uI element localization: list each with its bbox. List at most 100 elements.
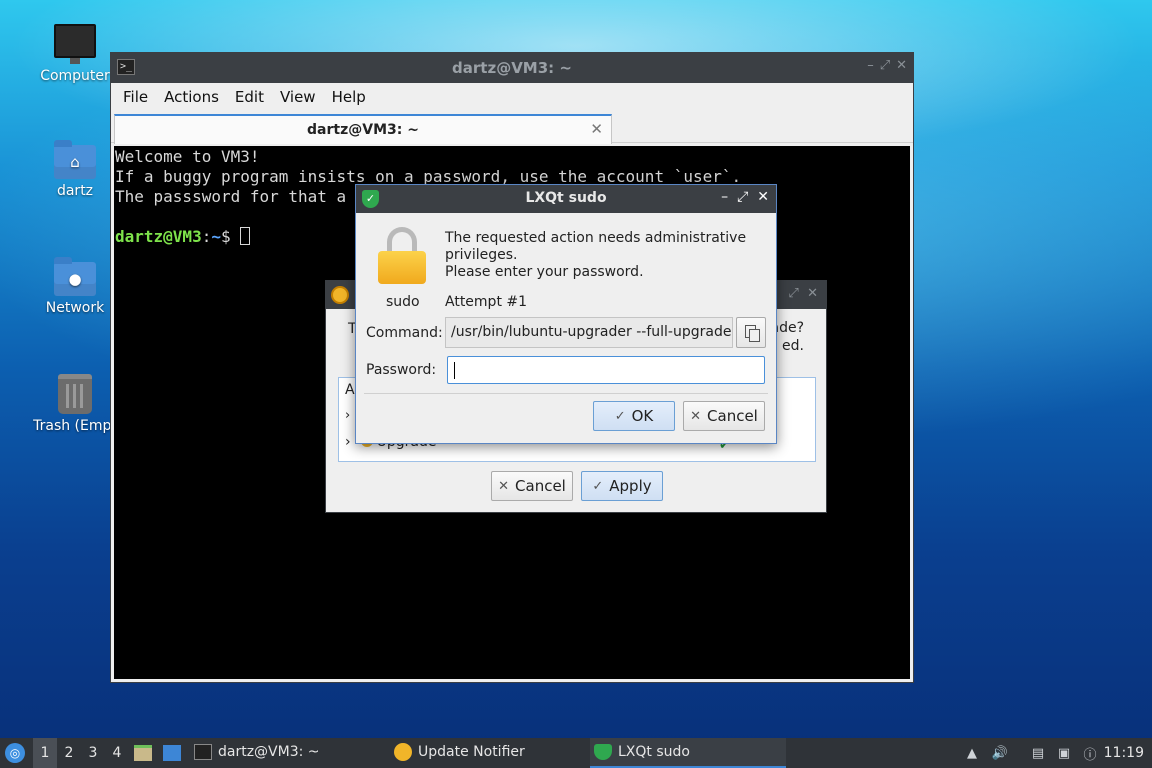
tree-header: A bbox=[345, 382, 355, 398]
minimize-icon[interactable]: – bbox=[867, 58, 874, 73]
taskbar: ◎ 1 2 3 4 dartz@VM3: ~ Update Notifier L… bbox=[0, 738, 1152, 768]
desktop-icon-label: Trash (Empt bbox=[33, 418, 117, 434]
home-folder-icon: ⌂ bbox=[54, 140, 96, 179]
desktop-icon-home[interactable]: ⌂ dartz bbox=[27, 140, 123, 199]
task-lxqt-sudo[interactable]: LXQt sudo bbox=[590, 738, 786, 768]
start-menu-button[interactable]: ◎ bbox=[5, 738, 27, 768]
terminal-titlebar[interactable]: >_ dartz@VM3: ~ – ⤢ ✕ bbox=[111, 53, 913, 83]
task-label: Update Notifier bbox=[418, 744, 525, 760]
close-icon[interactable]: ✕ bbox=[757, 189, 769, 205]
close-icon[interactable]: ✕ bbox=[807, 286, 818, 301]
prompt-separator: : bbox=[201, 227, 212, 246]
lubuntu-logo-icon: ◎ bbox=[5, 743, 25, 763]
dialog-title: LXQt sudo bbox=[525, 190, 607, 206]
update-available-icon[interactable]: ⓘ bbox=[1080, 738, 1100, 768]
prompt-symbol: $ bbox=[220, 227, 241, 246]
clipboard-icon[interactable]: ▤ bbox=[1028, 738, 1048, 768]
text-caret bbox=[454, 362, 455, 379]
prompt-path: ~ bbox=[211, 227, 221, 246]
file-manager-launcher[interactable] bbox=[134, 738, 152, 768]
cancel-icon: ✕ bbox=[690, 408, 702, 424]
desktop-number: 3 bbox=[88, 745, 98, 761]
tray-expand-icon[interactable]: ▲ bbox=[962, 738, 982, 768]
divider bbox=[364, 393, 768, 394]
sudo-backend-label: sudo bbox=[386, 294, 420, 310]
check-icon: ✓ bbox=[592, 478, 604, 494]
command-field[interactable]: /usr/bin/lubuntu-upgrader --full-upgrade bbox=[445, 317, 733, 348]
password-field[interactable] bbox=[447, 356, 765, 384]
show-desktop-icon bbox=[163, 745, 181, 761]
menu-view[interactable]: View bbox=[272, 88, 324, 106]
message-line: The requested action needs administrativ… bbox=[445, 230, 747, 246]
desktop-icon-label: Network bbox=[45, 300, 105, 316]
cancel-label: Cancel bbox=[515, 477, 566, 495]
desktop-icon-trash[interactable]: Trash (Empt bbox=[27, 374, 123, 434]
check-icon: ✓ bbox=[614, 408, 626, 424]
desktop-number: 1 bbox=[40, 745, 50, 761]
menu-help[interactable]: Help bbox=[324, 88, 374, 106]
window-title: dartz@VM3: ~ bbox=[452, 59, 572, 77]
minimize-icon[interactable]: – bbox=[721, 189, 728, 205]
menu-file[interactable]: File bbox=[115, 88, 156, 106]
desktop-number: 4 bbox=[112, 745, 122, 761]
cancel-button[interactable]: ✕ Cancel bbox=[491, 471, 573, 501]
password-label: Password: bbox=[366, 362, 437, 378]
apply-button[interactable]: ✓ Apply bbox=[581, 471, 663, 501]
sudo-message: The requested action needs administrativ… bbox=[445, 230, 765, 281]
update-notifier-icon bbox=[331, 286, 349, 304]
chevron-right-icon[interactable]: › bbox=[345, 408, 350, 423]
desktop-icon-label: Computer bbox=[40, 68, 110, 84]
maximize-icon[interactable]: ⤢ bbox=[880, 58, 890, 73]
ok-button[interactable]: ✓ OK bbox=[593, 401, 675, 431]
terminal-line: Welcome to VM3! bbox=[115, 147, 260, 166]
desktop-icon-network[interactable]: ● Network bbox=[27, 257, 123, 316]
tab-close-icon[interactable]: ✕ bbox=[590, 120, 603, 138]
tab-label: dartz@VM3: ~ bbox=[307, 122, 419, 138]
copy-command-button[interactable] bbox=[736, 317, 766, 348]
update-notifier-icon bbox=[394, 743, 412, 761]
maximize-icon[interactable]: ⤢ bbox=[788, 286, 798, 301]
clock-time: 11:19 bbox=[1103, 745, 1144, 761]
apply-label: Apply bbox=[609, 477, 652, 495]
message-line: privileges. bbox=[445, 247, 518, 263]
message-line: Please enter your password. bbox=[445, 264, 644, 280]
maximize-icon[interactable]: ⤢ bbox=[737, 189, 748, 205]
desktop-switch-1[interactable]: 1 bbox=[33, 738, 57, 768]
task-label: dartz@VM3: ~ bbox=[218, 744, 320, 760]
prompt-user: dartz@VM3 bbox=[115, 227, 202, 246]
menu-edit[interactable]: Edit bbox=[227, 88, 272, 106]
desktop-switch-4[interactable]: 4 bbox=[105, 738, 129, 768]
menubar: File Actions Edit View Help bbox=[111, 83, 913, 111]
ok-label: OK bbox=[631, 407, 654, 425]
lock-icon bbox=[378, 227, 426, 287]
task-terminal[interactable]: dartz@VM3: ~ bbox=[190, 738, 386, 768]
desktop-switch-2[interactable]: 2 bbox=[57, 738, 81, 768]
sudo-titlebar[interactable]: ✓ LXQt sudo – ⤢ ✕ bbox=[356, 185, 776, 213]
cancel-icon: ✕ bbox=[498, 478, 510, 494]
terminal-cursor bbox=[240, 227, 251, 245]
desktop-switch-3[interactable]: 3 bbox=[81, 738, 105, 768]
menu-actions[interactable]: Actions bbox=[156, 88, 227, 106]
volume-icon[interactable]: 🔊 bbox=[990, 738, 1010, 768]
shield-icon bbox=[594, 744, 612, 760]
computer-icon bbox=[54, 24, 96, 64]
desktop-number: 2 bbox=[64, 745, 74, 761]
tab-bar: dartz@VM3: ~ ✕ bbox=[111, 111, 913, 144]
tab-terminal[interactable]: dartz@VM3: ~ ✕ bbox=[114, 114, 612, 144]
trash-icon bbox=[58, 374, 92, 414]
network-icon[interactable]: ▣ bbox=[1054, 738, 1074, 768]
task-update-notifier[interactable]: Update Notifier bbox=[390, 738, 586, 768]
desktop-icon-computer[interactable]: Computer bbox=[27, 24, 123, 84]
terminal-icon bbox=[194, 744, 212, 760]
command-label: Command: bbox=[366, 325, 443, 341]
desktop-icon-label: dartz bbox=[56, 183, 94, 199]
task-label: LXQt sudo bbox=[618, 744, 690, 760]
file-manager-icon bbox=[134, 745, 152, 761]
show-desktop-button[interactable] bbox=[163, 738, 181, 768]
close-icon[interactable]: ✕ bbox=[896, 58, 907, 73]
network-folder-icon: ● bbox=[54, 257, 96, 296]
chevron-right-icon[interactable]: › bbox=[345, 434, 351, 450]
cancel-button[interactable]: ✕ Cancel bbox=[683, 401, 765, 431]
attempt-label: Attempt #1 bbox=[445, 294, 528, 310]
clock[interactable]: 11:19 bbox=[1104, 738, 1144, 768]
